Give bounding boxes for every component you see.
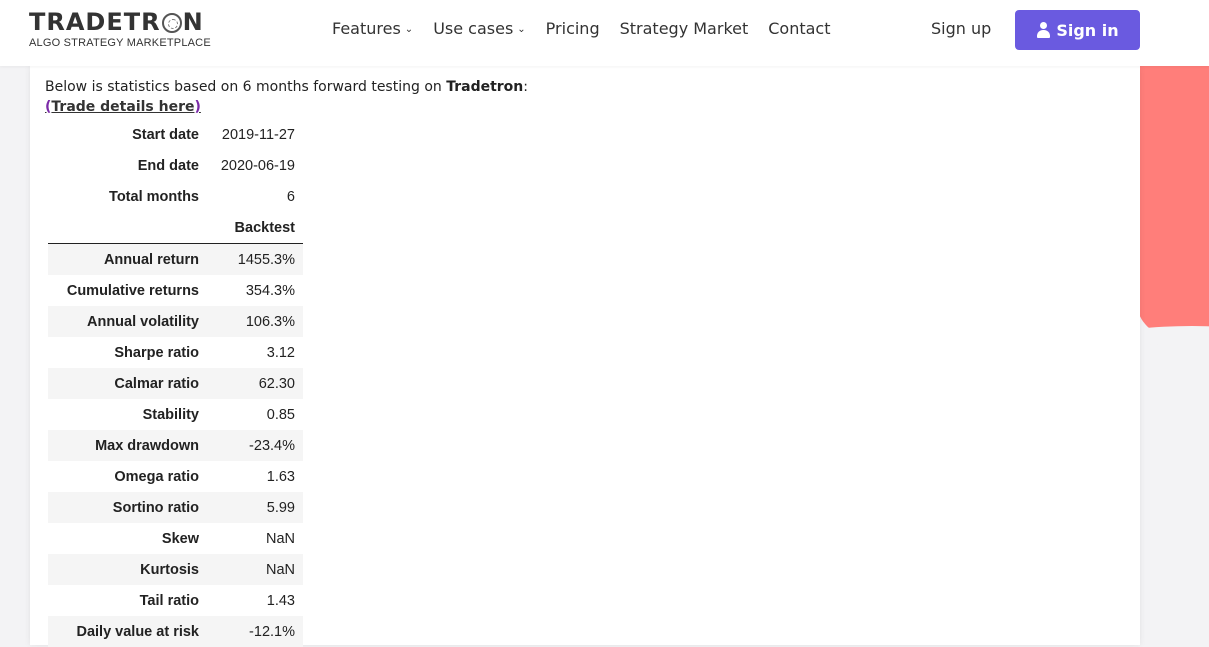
table-row: Cumulative returns 354.3% [48,275,303,306]
sign-in-label: Sign in [1056,20,1119,40]
row-label: End date [137,157,199,174]
row-value: 6 [286,188,295,205]
table-row: Daily value at risk -12.1% [48,616,303,647]
row-value: 0.85 [266,406,295,423]
row-value: NaN [265,530,295,547]
row-label: Kurtosis [48,554,207,585]
row-label: Total months [109,188,199,205]
row-label: Tail ratio [139,592,199,609]
sign-up-link[interactable]: Sign up [931,19,991,38]
table-row: Start date 2019-11-27 [48,119,303,150]
row-value: 1455.3% [207,243,303,275]
table-row: Omega ratio 1.63 [48,461,303,492]
table-row: Annual volatility 106.3% [48,306,303,337]
nav-item-features[interactable]: Features ⌄ [332,19,413,38]
logo-title: TRADETR N [29,8,204,36]
row-label: Daily value at risk [48,616,207,647]
row-label: Omega ratio [114,468,199,485]
chevron-down-icon: ⌄ [517,24,526,35]
row-label: Annual volatility [48,306,207,337]
row-label: Start date [132,126,199,143]
row-value: 2020-06-19 [220,157,295,174]
table-row: Total months 6 [48,181,303,212]
row-value: 3.12 [266,344,295,361]
row-value: -23.4% [207,430,303,461]
stats-table: Start date 2019-11-27 End date 2020-06-1… [48,119,303,647]
table-row: Sortino ratio 5.99 [48,492,303,523]
table-row: Annual return 1455.3% [48,243,303,275]
logo[interactable]: TRADETR N ALGO STRATEGY MARKETPLACE [29,10,211,49]
row-label: Calmar ratio [48,368,207,399]
row-label: Max drawdown [48,430,207,461]
main-nav: Features ⌄ Use cases ⌄ Pricing Strategy Ma… [332,19,831,38]
row-label: Annual return [48,243,207,275]
logo-subtitle: ALGO STRATEGY MARKETPLACE [29,37,211,49]
row-value: 1.43 [266,592,295,609]
row-value: -12.1% [207,616,303,647]
row-label: Sortino ratio [48,492,207,523]
trade-details-link[interactable]: (Trade details here) [45,99,201,115]
table-row: Calmar ratio 62.30 [48,368,303,399]
row-value: 2019-11-27 [221,126,295,143]
header-spacer [48,212,207,244]
nav-item-use-cases[interactable]: Use cases ⌄ [433,19,525,38]
table-row: Skew NaN [48,523,303,554]
row-label: Cumulative returns [66,282,199,299]
row-label: Stability [142,406,199,423]
row-value: 1.63 [266,468,295,485]
sign-in-button[interactable]: Sign in [1015,10,1140,50]
nav-item-strategy-market[interactable]: Strategy Market [620,19,749,38]
row-label: Skew [161,530,199,547]
row-value: 5.99 [207,492,303,523]
table-row: Sharpe ratio 3.12 [48,337,303,368]
table-row: Kurtosis NaN [48,554,303,585]
row-value: NaN [207,554,303,585]
brain-icon [161,13,182,33]
chevron-down-icon: ⌄ [404,24,414,35]
table-row: Stability 0.85 [48,399,303,430]
column-header: Backtest [207,212,303,244]
intro-text: Below is statistics based on 6 months fo… [45,79,528,95]
table-row: Tail ratio 1.43 [48,585,303,616]
row-label: Sharpe ratio [114,344,199,361]
table-row: End date 2020-06-19 [48,150,303,181]
user-icon [1036,22,1051,38]
row-value: 106.3% [207,306,303,337]
nav-item-pricing[interactable]: Pricing [546,19,600,38]
decorative-blob [1117,40,1209,346]
top-navbar: TRADETR N ALGO STRATEGY MARKETPLACE Featu… [0,0,1209,66]
row-value: 62.30 [207,368,303,399]
brand-name: Tradetron [446,79,524,95]
table-row: Max drawdown -23.4% [48,430,303,461]
row-value: 354.3% [245,282,295,299]
nav-item-contact[interactable]: Contact [768,19,830,38]
table-header-row: Backtest [48,212,303,244]
